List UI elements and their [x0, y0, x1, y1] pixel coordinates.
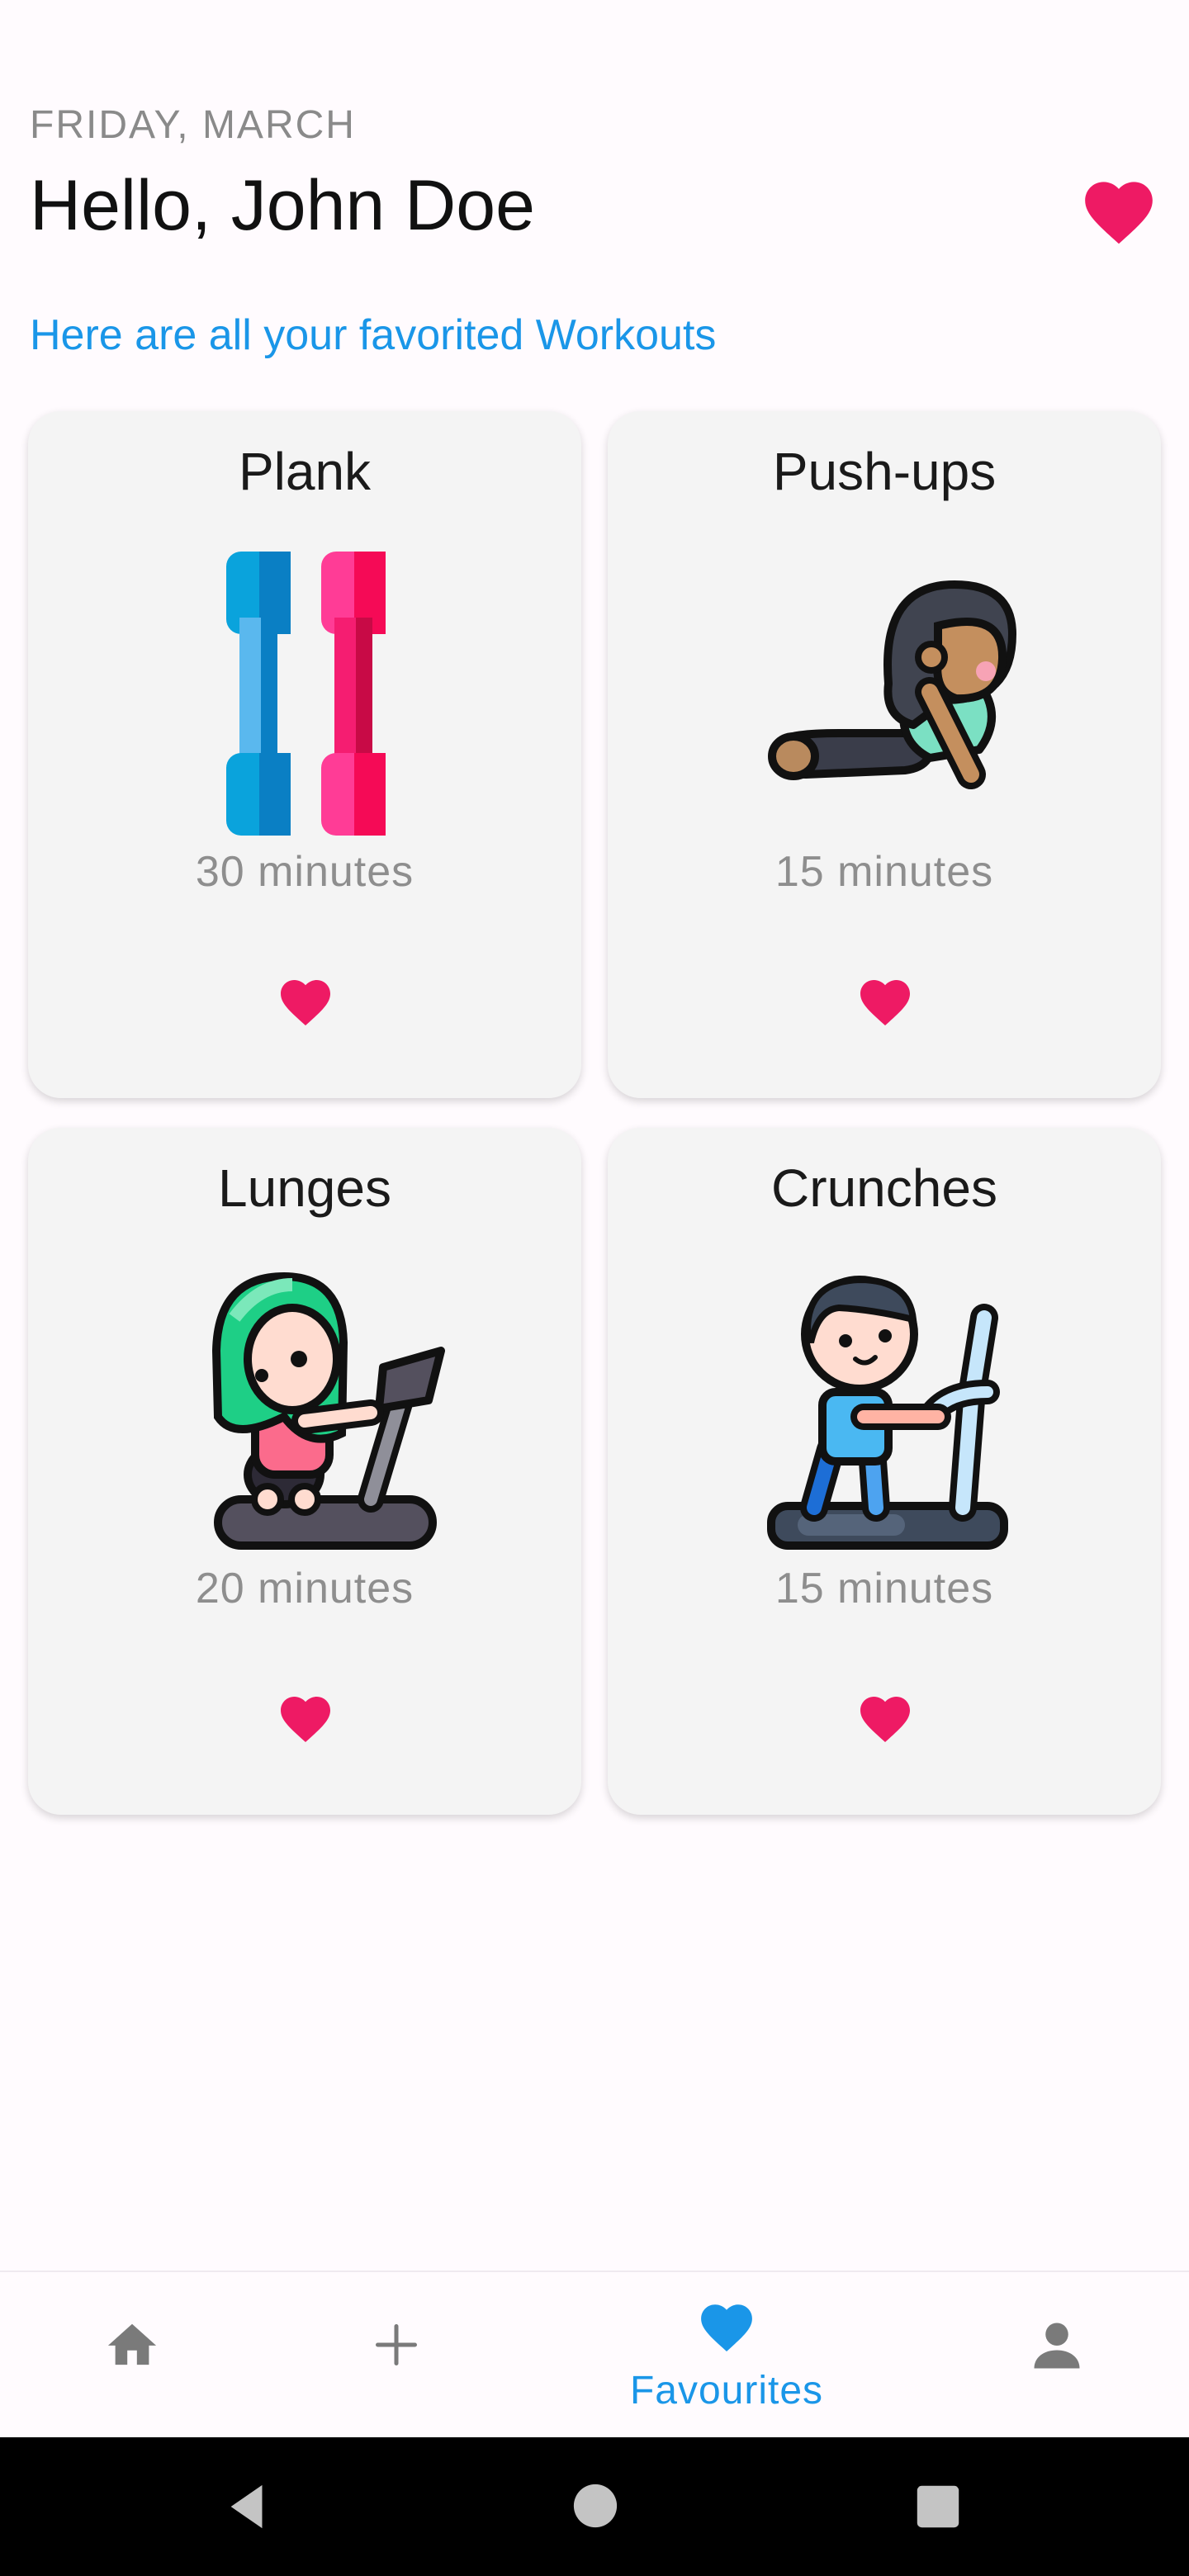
workout-card-pushups[interactable]: Push-ups 15 minutes: [608, 411, 1161, 1098]
favorite-heart-icon[interactable]: [855, 1689, 915, 1744]
date-label: FRIDAY, MARCH: [30, 103, 356, 147]
workout-card-lunges[interactable]: Lunges 20 minutes: [28, 1128, 581, 1815]
nav-item-home[interactable]: [33, 2272, 231, 2439]
home-circle-icon: [573, 2484, 618, 2528]
person-icon: [1034, 2323, 1080, 2369]
favorite-heart-icon[interactable]: [276, 1689, 335, 1744]
workout-card-crunches[interactable]: Crunches 15 minutes: [608, 1128, 1161, 1815]
favorite-heart-icon[interactable]: [855, 973, 915, 1027]
dumbbells-icon: [226, 552, 386, 836]
system-back-button[interactable]: [182, 2437, 314, 2576]
workout-duration: 30 minutes: [195, 848, 414, 896]
system-home-button[interactable]: [528, 2437, 661, 2576]
nav-item-favourites[interactable]: Favourites: [628, 2272, 826, 2439]
treadmill-boy-icon: [767, 1276, 1008, 1550]
pushup-person-icon: [768, 580, 1016, 789]
workout-duration: 15 minutes: [775, 848, 994, 896]
back-icon: [230, 2484, 263, 2529]
workout-title: Crunches: [771, 1158, 997, 1218]
nav-label-favourites: Favourites: [629, 2369, 824, 2413]
favorites-heart-icon[interactable]: [1078, 172, 1159, 246]
recents-icon: [917, 2485, 959, 2528]
nav-item-profile[interactable]: [958, 2272, 1156, 2439]
system-navigation-bar: [0, 2437, 1189, 2576]
workout-duration: 15 minutes: [775, 1565, 994, 1612]
heart-icon: [701, 2304, 752, 2351]
plus-icon: [376, 2324, 417, 2365]
favorite-heart-icon[interactable]: [276, 973, 335, 1027]
system-recents-button[interactable]: [870, 2437, 1002, 2576]
home-icon: [107, 2323, 157, 2365]
favorites-subtitle: Here are all your favorited Workouts: [30, 311, 717, 359]
workout-card-plank[interactable]: Plank 30 minutes: [28, 411, 581, 1098]
workout-duration: 20 minutes: [195, 1565, 414, 1612]
status-bar: [0, 0, 1189, 66]
bottom-navigation: Favourites: [0, 2271, 1189, 2437]
nav-item-add[interactable]: [297, 2272, 495, 2439]
workout-title: Plank: [238, 442, 372, 501]
treadmill-girl-icon: [211, 1271, 445, 1550]
greeting-title: Hello, John Doe: [30, 166, 535, 245]
workout-title: Push-ups: [772, 442, 997, 501]
header: FRIDAY, MARCH Hello, John Doe: [30, 102, 1159, 268]
workout-title: Lunges: [218, 1158, 391, 1218]
